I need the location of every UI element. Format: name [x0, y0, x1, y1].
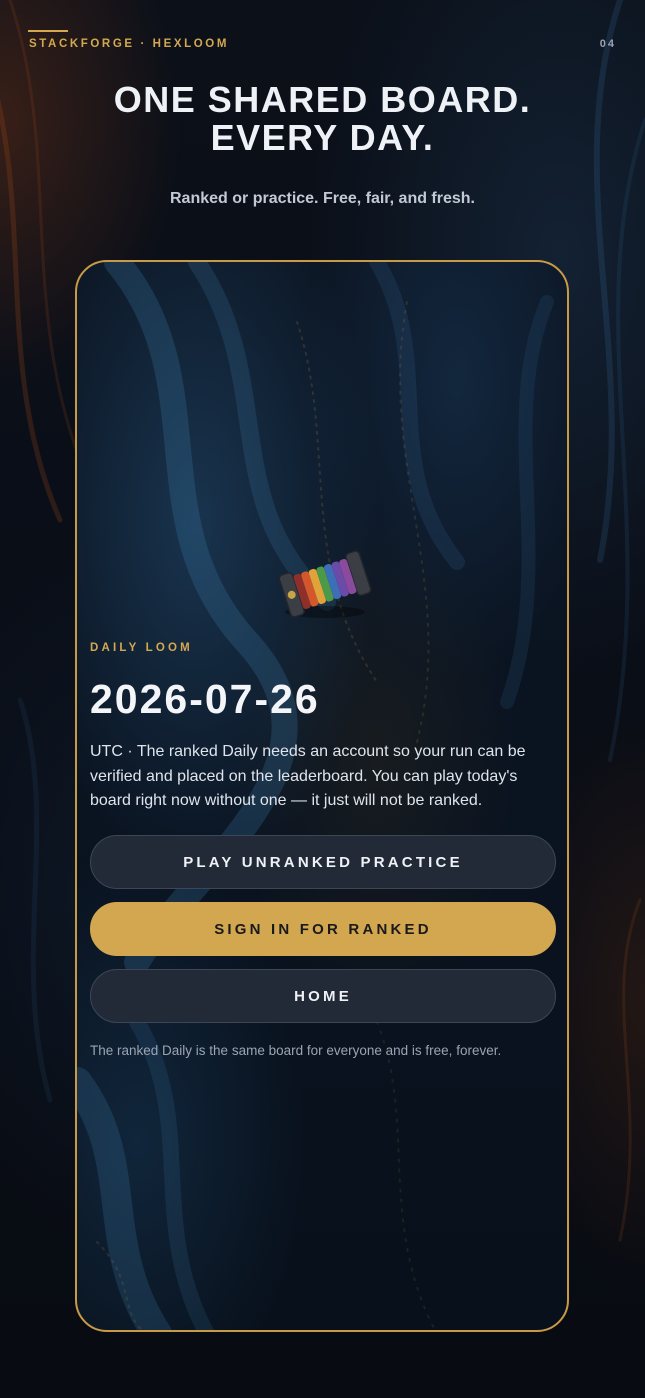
brand-label: STACKFORGE · HEXLOOM	[29, 38, 230, 50]
card-eyebrow: DAILY LOOM	[90, 642, 193, 654]
sign-in-for-ranked-button[interactable]: SIGN IN FOR RANKED	[90, 902, 556, 956]
home-button[interactable]: HOME	[90, 969, 556, 1023]
thread-spool-icon	[278, 550, 372, 618]
headline-line-2: EVERY DAY.	[210, 117, 435, 158]
headline-line-1: ONE SHARED BOARD.	[113, 79, 532, 120]
subtitle: Ranked or practice. Free, fair, and fres…	[170, 190, 475, 207]
daily-loom-card: DAILY LOOM 2026-07-26 UTC · The ranked D…	[75, 260, 569, 1332]
card-footnote: The ranked Daily is the same board for e…	[90, 1043, 502, 1058]
daily-date: 2026-07-26	[90, 676, 320, 722]
play-unranked-practice-button[interactable]: PLAY UNRANKED PRACTICE	[90, 835, 556, 889]
header-accent-line	[28, 30, 68, 32]
page-number: 04	[599, 38, 616, 50]
card-description: UTC · The ranked Daily needs an account …	[90, 743, 526, 809]
